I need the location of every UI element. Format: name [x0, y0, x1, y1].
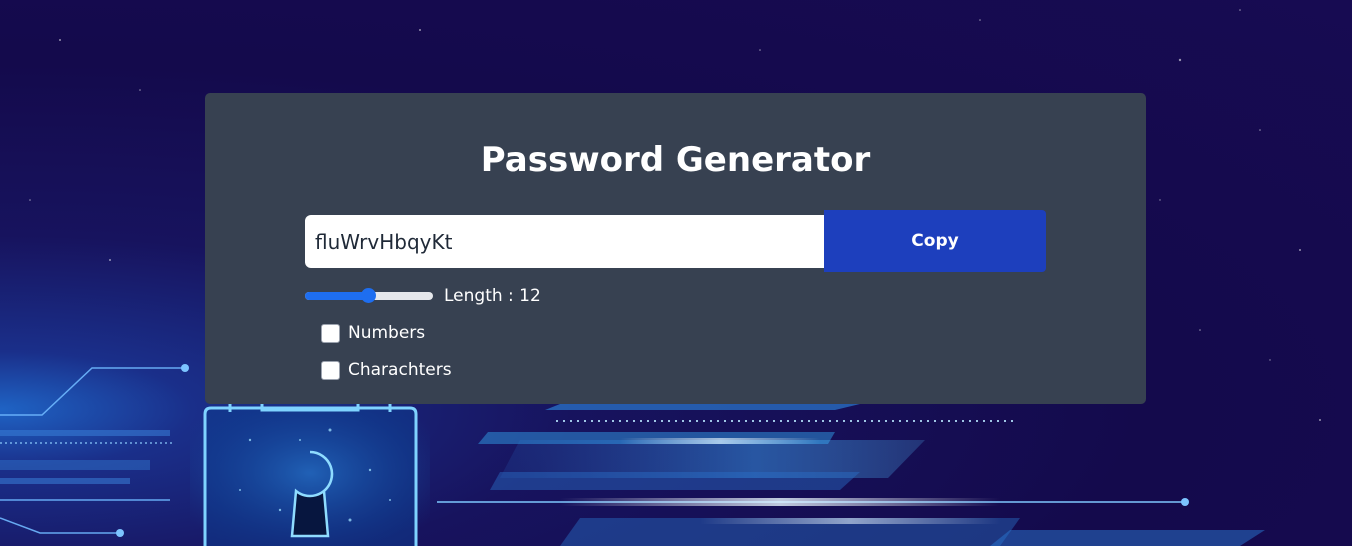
length-slider-thumb[interactable]	[361, 288, 376, 303]
length-slider[interactable]	[305, 288, 433, 303]
characters-label[interactable]: Charachters	[348, 360, 452, 380]
numbers-checkbox[interactable]	[321, 323, 340, 343]
length-label: Length : 12	[444, 286, 541, 306]
characters-option[interactable]: Charachters	[321, 358, 452, 382]
numbers-option[interactable]: Numbers	[321, 321, 425, 345]
length-slider-fill	[305, 292, 369, 300]
numbers-label[interactable]: Numbers	[348, 323, 425, 343]
characters-checkbox[interactable]	[321, 360, 340, 380]
copy-button[interactable]: Copy	[824, 210, 1046, 272]
generator-card: Password Generator Copy Length : 12 Numb…	[205, 93, 1146, 404]
length-control: Length : 12	[305, 284, 541, 308]
page-title: Password Generator	[480, 140, 871, 180]
password-output-field[interactable]	[305, 215, 824, 268]
